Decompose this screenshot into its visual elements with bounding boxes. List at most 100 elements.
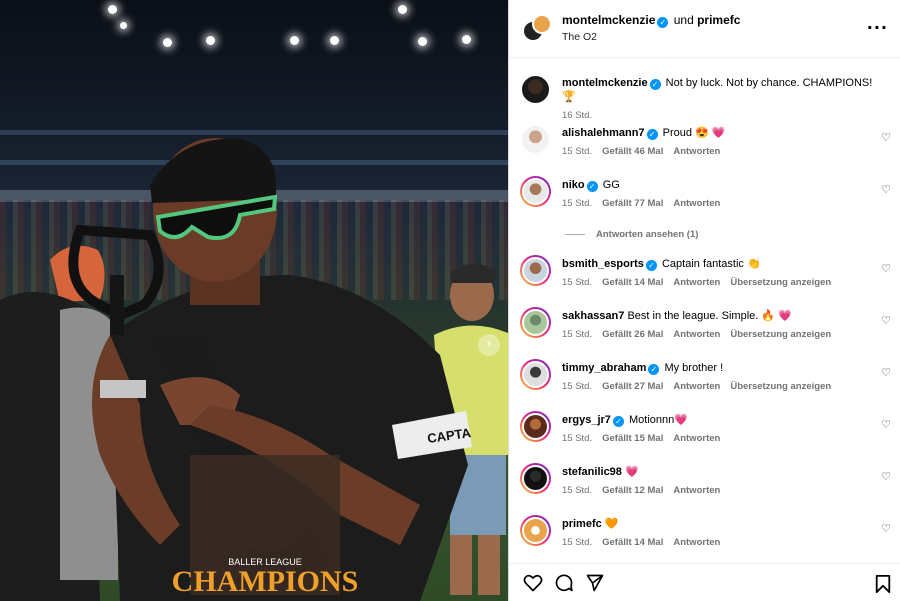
comment-row: niko ✓ GG 15 Std. Gefällt 77 Mal Antworten … <box>520 176 900 211</box>
comment-text: My brother ! <box>664 362 724 374</box>
comment-row: ergys_jr7 ✓ Motionnn💗 15 Std. Gefällt 15 M… <box>520 411 900 446</box>
heart-icon[interactable]: ♡ <box>881 470 891 483</box>
comment-likes[interactable]: Gefällt 26 Mal <box>602 329 663 340</box>
comment-username[interactable]: ergys_jr7 <box>562 414 611 426</box>
comment-time[interactable]: 15 Std. <box>562 329 592 340</box>
comment-likes[interactable]: Gefällt 12 Mal <box>602 485 663 496</box>
verified-badge-icon: ✓ <box>649 79 661 90</box>
show-translation-button[interactable]: Übersetzung anzeigen <box>730 329 831 340</box>
stadium-light <box>398 5 407 14</box>
avatar[interactable] <box>520 307 551 338</box>
share-icon[interactable] <box>585 573 605 593</box>
verified-badge-icon: ✓ <box>646 129 658 140</box>
comment-text: 💗 <box>624 466 639 478</box>
avatar[interactable] <box>520 411 551 442</box>
view-replies-label: Antworten ansehen (1) <box>596 229 699 240</box>
comment-time[interactable]: 15 Std. <box>562 198 592 209</box>
avatar[interactable] <box>520 124 551 155</box>
comment-row: timmy_abraham ✓ My brother ! 15 Std. Gefäl… <box>520 359 900 394</box>
comment-icon[interactable] <box>554 573 574 593</box>
reply-button[interactable]: Antworten <box>673 537 720 548</box>
verified-badge-icon: ✓ <box>612 416 624 427</box>
caption-row: montelmckenzie ✓ Not by luck. Not by chan… <box>520 74 900 123</box>
heart-icon[interactable]: ♡ <box>881 522 891 535</box>
show-translation-button[interactable]: Übersetzung anzeigen <box>730 381 831 392</box>
comment-time[interactable]: 15 Std. <box>562 146 592 157</box>
comment-likes[interactable]: Gefällt 27 Mal <box>602 381 663 392</box>
bookmark-icon[interactable] <box>874 574 892 594</box>
verified-badge-icon: ✓ <box>657 16 669 28</box>
comment-username[interactable]: sakhassan7 <box>562 310 624 322</box>
comment-text: Best in the league. Simple. 🔥 💗 <box>627 310 792 322</box>
post-side-panel: montelmckenzie ✓ und primefc The O2 ··· m… <box>508 0 900 601</box>
comment-time[interactable]: 15 Std. <box>562 485 592 496</box>
comment-username[interactable]: alishalehmann7 <box>562 127 645 139</box>
comment-text: Proud 😍 💗 <box>662 127 726 139</box>
location-label[interactable]: The O2 <box>562 30 740 45</box>
avatar[interactable] <box>520 359 551 390</box>
reply-button[interactable]: Antworten <box>673 198 720 209</box>
reply-button[interactable]: Antworten <box>673 381 720 392</box>
comment-username[interactable]: bsmith_esports <box>562 258 644 270</box>
verified-badge-icon: ✓ <box>648 364 660 375</box>
coauthor-avatars[interactable] <box>522 13 552 44</box>
replies-divider <box>565 234 585 235</box>
reply-button[interactable]: Antworten <box>673 277 720 288</box>
avatar[interactable] <box>520 255 551 286</box>
comment-username[interactable]: primefc <box>562 518 602 530</box>
stadium-light <box>120 22 127 29</box>
comments-list: montelmckenzie ✓ Not by luck. Not by chan… <box>509 58 900 563</box>
comment-username[interactable]: timmy_abraham <box>562 362 646 374</box>
reply-button[interactable]: Antworten <box>673 485 720 496</box>
comment-time[interactable]: 15 Std. <box>562 537 592 548</box>
stadium-light <box>330 36 339 45</box>
stadium-light <box>163 38 172 47</box>
avatar[interactable] <box>520 176 551 207</box>
heart-icon[interactable]: ♡ <box>881 262 891 275</box>
stadium-light <box>108 5 117 14</box>
shirt-print-champions: CHAMPIONS <box>172 565 359 598</box>
comment-likes[interactable]: Gefällt 77 Mal <box>602 198 663 209</box>
chevron-right-icon[interactable]: › <box>478 334 500 356</box>
comment-username[interactable]: stefanilic98 <box>562 466 622 478</box>
comment-text: 🧡 <box>604 518 619 530</box>
avatar[interactable] <box>520 74 551 105</box>
coauthor-username[interactable]: primefc <box>697 13 740 27</box>
post-photo[interactable]: CAPTA BALLER LEAGUE CHAMPIONS › <box>0 0 508 601</box>
stadium-light <box>206 36 215 45</box>
heart-icon[interactable]: ♡ <box>881 131 891 144</box>
comment-time[interactable]: 15 Std. <box>562 277 592 288</box>
comment-username[interactable]: montelmckenzie <box>562 77 648 89</box>
comment-row: sakhassan7 Best in the league. Simple. 🔥… <box>520 307 900 342</box>
more-options-icon[interactable]: ··· <box>867 18 888 37</box>
comment-username[interactable]: niko <box>562 179 585 191</box>
like-icon[interactable] <box>523 573 543 593</box>
comment-text: GG <box>602 179 620 191</box>
comment-time[interactable]: 15 Std. <box>562 433 592 444</box>
heart-icon[interactable]: ♡ <box>881 183 891 196</box>
comment-text: Motionnn💗 <box>629 414 688 426</box>
reply-button[interactable]: Antworten <box>673 329 720 340</box>
post-action-bar <box>509 563 900 601</box>
comment-time[interactable]: 16 Std. <box>562 110 592 121</box>
avatar[interactable] <box>520 515 551 546</box>
stadium-light <box>290 36 299 45</box>
view-replies-button[interactable]: Antworten ansehen (1) <box>565 229 698 240</box>
comment-likes[interactable]: Gefällt 14 Mal <box>602 537 663 548</box>
post-header: montelmckenzie ✓ und primefc The O2 ··· <box>509 0 900 58</box>
heart-icon[interactable]: ♡ <box>881 366 891 379</box>
comment-row: stefanilic98 💗 15 Std. Gefällt 12 Mal Antw… <box>520 463 900 498</box>
author-username[interactable]: montelmckenzie <box>562 13 655 27</box>
show-translation-button[interactable]: Übersetzung anzeigen <box>730 277 831 288</box>
comment-time[interactable]: 15 Std. <box>562 381 592 392</box>
comment-likes[interactable]: Gefällt 15 Mal <box>602 433 663 444</box>
comment-text: Captain fantastic 👏 <box>661 258 761 270</box>
comment-likes[interactable]: Gefällt 46 Mal <box>602 146 663 157</box>
reply-button[interactable]: Antworten <box>673 433 720 444</box>
verified-badge-icon: ✓ <box>586 181 598 192</box>
avatar[interactable] <box>520 463 551 494</box>
comment-likes[interactable]: Gefällt 14 Mal <box>602 277 663 288</box>
heart-icon[interactable]: ♡ <box>881 418 891 431</box>
heart-icon[interactable]: ♡ <box>881 314 891 327</box>
reply-button[interactable]: Antworten <box>673 146 720 157</box>
